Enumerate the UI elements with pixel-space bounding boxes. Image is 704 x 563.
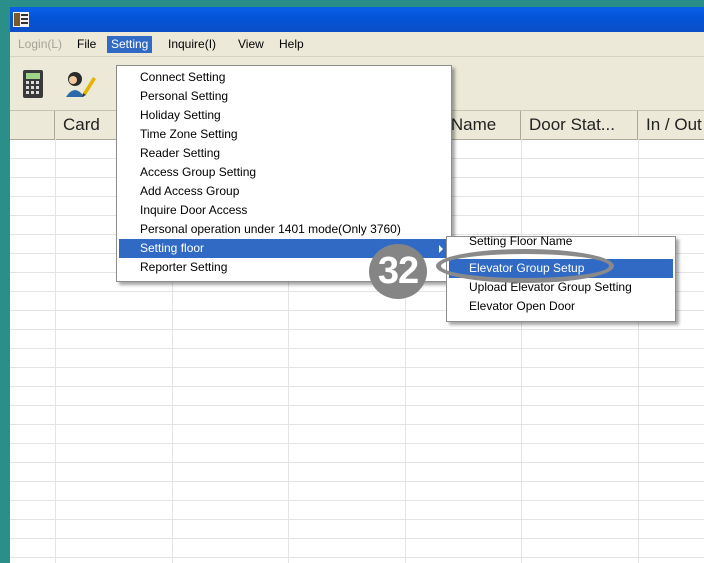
menu-item-inquire-door-access[interactable]: Inquire Door Access — [119, 201, 449, 220]
user-edit-icon — [66, 72, 96, 97]
grid-row-line — [10, 443, 704, 444]
calculator-button[interactable] — [17, 67, 49, 101]
grid-column-line — [638, 139, 639, 563]
menu-file[interactable]: File — [73, 36, 100, 53]
step-number-badge: 32 — [369, 244, 427, 299]
column-header-select[interactable] — [10, 111, 55, 139]
calculator-icon — [23, 70, 43, 98]
callout-highlight-ring — [436, 249, 614, 283]
grid-row-line — [10, 329, 704, 330]
submenu-item-setting-floor-name[interactable]: Setting Floor Name — [449, 232, 673, 251]
menu-item-reader-setting[interactable]: Reader Setting — [119, 144, 449, 163]
grid-row-line — [10, 519, 704, 520]
column-header-door-status[interactable]: Door Stat... — [521, 111, 638, 139]
menu-item-setting-floor-label: Setting floor — [140, 241, 205, 255]
grid-row-line — [10, 557, 704, 558]
menu-item-holiday-setting[interactable]: Holiday Setting — [119, 106, 449, 125]
grid-row-line — [10, 538, 704, 539]
menu-bar: Login(L) File Setting Inquire(I) View He… — [10, 32, 704, 57]
grid-row-line — [10, 462, 704, 463]
grid-row-line — [10, 405, 704, 406]
user-edit-button[interactable] — [63, 67, 96, 101]
submenu-arrow-icon — [439, 245, 443, 253]
grid-row-line — [10, 348, 704, 349]
grid-row-line — [10, 424, 704, 425]
menu-view[interactable]: View — [234, 36, 268, 53]
menu-help[interactable]: Help — [275, 36, 308, 53]
grid-row-line — [10, 481, 704, 482]
menu-item-personal-setting[interactable]: Personal Setting — [119, 87, 449, 106]
menu-item-access-group-setting[interactable]: Access Group Setting — [119, 163, 449, 182]
menu-login[interactable]: Login(L) — [14, 36, 66, 53]
app-icon — [13, 12, 29, 27]
grid-column-line — [521, 139, 522, 563]
grid-row-line — [10, 386, 704, 387]
menu-item-time-zone-setting[interactable]: Time Zone Setting — [119, 125, 449, 144]
submenu-item-elevator-open-door[interactable]: Elevator Open Door — [449, 297, 673, 316]
menu-item-personal-operation-1401[interactable]: Personal operation under 1401 mode(Only … — [119, 220, 449, 239]
grid-row-line — [10, 367, 704, 368]
menu-item-add-access-group[interactable]: Add Access Group — [119, 182, 449, 201]
grid-column-line — [55, 139, 56, 563]
menu-inquire[interactable]: Inquire(I) — [164, 36, 220, 53]
column-header-in-out[interactable]: In / Out — [638, 111, 704, 139]
app-window: Login(L) File Setting Inquire(I) View He… — [10, 7, 704, 563]
title-bar — [10, 7, 704, 32]
menu-setting[interactable]: Setting — [107, 36, 153, 53]
menu-item-connect-setting[interactable]: Connect Setting — [119, 68, 449, 87]
grid-row-line — [10, 500, 704, 501]
